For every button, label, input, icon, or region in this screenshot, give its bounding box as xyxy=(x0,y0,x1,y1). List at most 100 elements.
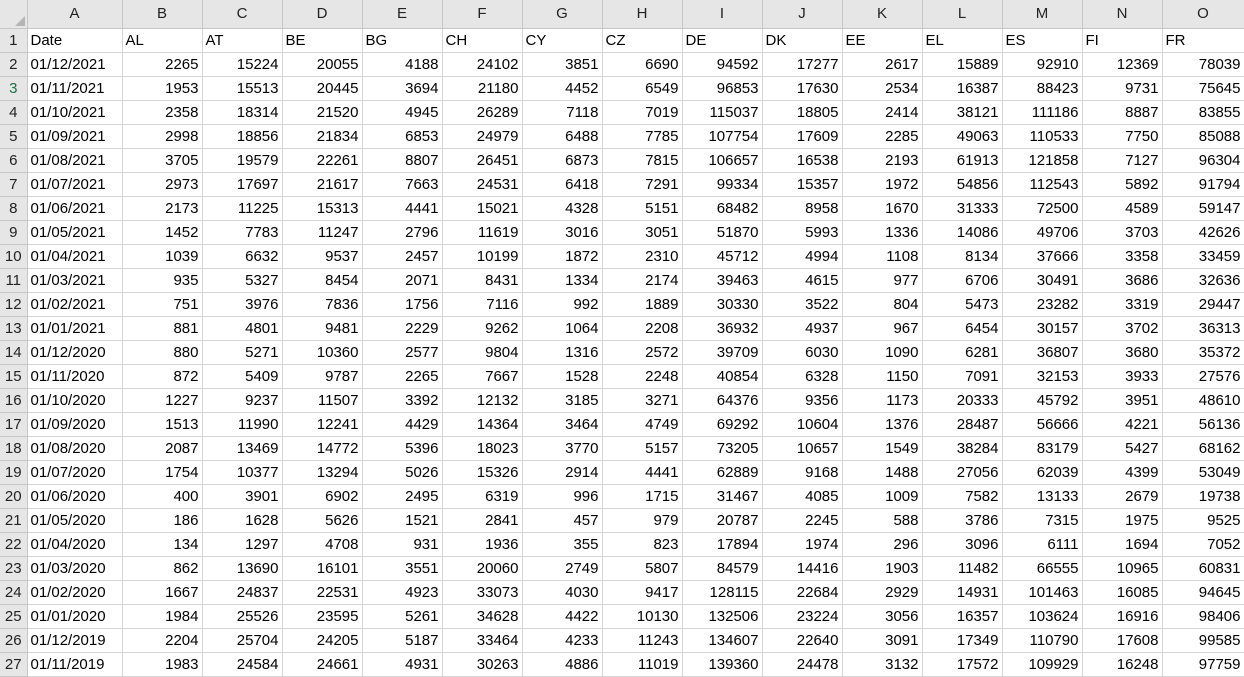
cell-d15[interactable]: 9787 xyxy=(282,364,363,389)
cell-n20[interactable]: 2679 xyxy=(1082,484,1163,509)
cell-k6[interactable]: 2193 xyxy=(842,148,923,173)
cell-a8[interactable]: 01/06/2021 xyxy=(27,196,123,221)
cell-i19[interactable]: 62889 xyxy=(682,460,763,485)
cell-g26[interactable]: 4233 xyxy=(522,628,603,653)
cell-c16[interactable]: 9237 xyxy=(202,388,283,413)
cell-f16[interactable]: 12132 xyxy=(442,388,523,413)
row-header[interactable]: 3 xyxy=(0,76,28,101)
cell-l21[interactable]: 3786 xyxy=(922,508,1003,533)
cell-l25[interactable]: 16357 xyxy=(922,604,1003,629)
cell-h20[interactable]: 1715 xyxy=(602,484,683,509)
row-header[interactable]: 27 xyxy=(0,652,28,677)
cell-l15[interactable]: 7091 xyxy=(922,364,1003,389)
cell-l4[interactable]: 38121 xyxy=(922,100,1003,125)
cell-b7[interactable]: 2973 xyxy=(122,172,203,197)
cell-b14[interactable]: 880 xyxy=(122,340,203,365)
column-header-o[interactable]: O xyxy=(1162,0,1244,29)
cell-n14[interactable]: 3680 xyxy=(1082,340,1163,365)
cell-k20[interactable]: 1009 xyxy=(842,484,923,509)
cell-c21[interactable]: 1628 xyxy=(202,508,283,533)
cell-a3[interactable]: 01/11/2021 xyxy=(27,76,123,101)
cell-m18[interactable]: 83179 xyxy=(1002,436,1083,461)
cell-h9[interactable]: 3051 xyxy=(602,220,683,245)
cell-j3[interactable]: 17630 xyxy=(762,76,843,101)
row-header[interactable]: 20 xyxy=(0,484,28,509)
cell-n18[interactable]: 5427 xyxy=(1082,436,1163,461)
cell-k9[interactable]: 1336 xyxy=(842,220,923,245)
cell-n16[interactable]: 3951 xyxy=(1082,388,1163,413)
cell-k22[interactable]: 296 xyxy=(842,532,923,557)
cell-j9[interactable]: 5993 xyxy=(762,220,843,245)
cell-o4[interactable]: 83855 xyxy=(1162,100,1244,125)
cell-g23[interactable]: 2749 xyxy=(522,556,603,581)
cell-f17[interactable]: 14364 xyxy=(442,412,523,437)
cell-f6[interactable]: 26451 xyxy=(442,148,523,173)
cell-b26[interactable]: 2204 xyxy=(122,628,203,653)
cell-g1[interactable]: CY xyxy=(522,28,603,53)
cell-g16[interactable]: 3185 xyxy=(522,388,603,413)
cell-g24[interactable]: 4030 xyxy=(522,580,603,605)
cell-e5[interactable]: 6853 xyxy=(362,124,443,149)
cell-l17[interactable]: 28487 xyxy=(922,412,1003,437)
cell-m9[interactable]: 49706 xyxy=(1002,220,1083,245)
row-header[interactable]: 2 xyxy=(0,52,28,77)
cell-b25[interactable]: 1984 xyxy=(122,604,203,629)
cell-h2[interactable]: 6690 xyxy=(602,52,683,77)
cell-a9[interactable]: 01/05/2021 xyxy=(27,220,123,245)
cell-i2[interactable]: 94592 xyxy=(682,52,763,77)
cell-m25[interactable]: 103624 xyxy=(1002,604,1083,629)
cell-k8[interactable]: 1670 xyxy=(842,196,923,221)
cell-c23[interactable]: 13690 xyxy=(202,556,283,581)
cell-e9[interactable]: 2796 xyxy=(362,220,443,245)
cell-j21[interactable]: 2245 xyxy=(762,508,843,533)
cell-n23[interactable]: 10965 xyxy=(1082,556,1163,581)
cell-o6[interactable]: 96304 xyxy=(1162,148,1244,173)
cell-m10[interactable]: 37666 xyxy=(1002,244,1083,269)
row-header[interactable]: 25 xyxy=(0,604,28,629)
cell-g7[interactable]: 6418 xyxy=(522,172,603,197)
cell-c6[interactable]: 19579 xyxy=(202,148,283,173)
cell-g15[interactable]: 1528 xyxy=(522,364,603,389)
cell-h25[interactable]: 10130 xyxy=(602,604,683,629)
cell-d10[interactable]: 9537 xyxy=(282,244,363,269)
cell-o12[interactable]: 29447 xyxy=(1162,292,1244,317)
cell-n4[interactable]: 8887 xyxy=(1082,100,1163,125)
cell-e4[interactable]: 4945 xyxy=(362,100,443,125)
cell-j5[interactable]: 17609 xyxy=(762,124,843,149)
cell-h3[interactable]: 6549 xyxy=(602,76,683,101)
cell-l26[interactable]: 17349 xyxy=(922,628,1003,653)
cell-j19[interactable]: 9168 xyxy=(762,460,843,485)
cell-a17[interactable]: 01/09/2020 xyxy=(27,412,123,437)
cell-f14[interactable]: 9804 xyxy=(442,340,523,365)
cell-i7[interactable]: 99334 xyxy=(682,172,763,197)
cell-n5[interactable]: 7750 xyxy=(1082,124,1163,149)
row-header[interactable]: 15 xyxy=(0,364,28,389)
cell-c22[interactable]: 1297 xyxy=(202,532,283,557)
cell-k23[interactable]: 1903 xyxy=(842,556,923,581)
cell-o23[interactable]: 60831 xyxy=(1162,556,1244,581)
cell-a23[interactable]: 01/03/2020 xyxy=(27,556,123,581)
cell-d14[interactable]: 10360 xyxy=(282,340,363,365)
cell-f22[interactable]: 1936 xyxy=(442,532,523,557)
cell-b6[interactable]: 3705 xyxy=(122,148,203,173)
cell-o17[interactable]: 56136 xyxy=(1162,412,1244,437)
cell-d24[interactable]: 22531 xyxy=(282,580,363,605)
cell-h23[interactable]: 5807 xyxy=(602,556,683,581)
cell-d1[interactable]: BE xyxy=(282,28,363,53)
cell-l6[interactable]: 61913 xyxy=(922,148,1003,173)
cell-i10[interactable]: 45712 xyxy=(682,244,763,269)
column-header-k[interactable]: K xyxy=(842,0,923,29)
cell-k24[interactable]: 2929 xyxy=(842,580,923,605)
cell-f3[interactable]: 21180 xyxy=(442,76,523,101)
column-header-d[interactable]: D xyxy=(282,0,363,29)
cell-n6[interactable]: 7127 xyxy=(1082,148,1163,173)
cell-h17[interactable]: 4749 xyxy=(602,412,683,437)
cell-f19[interactable]: 15326 xyxy=(442,460,523,485)
cell-a26[interactable]: 01/12/2019 xyxy=(27,628,123,653)
cell-h12[interactable]: 1889 xyxy=(602,292,683,317)
cell-f15[interactable]: 7667 xyxy=(442,364,523,389)
cell-c5[interactable]: 18856 xyxy=(202,124,283,149)
cell-f13[interactable]: 9262 xyxy=(442,316,523,341)
cell-n2[interactable]: 12369 xyxy=(1082,52,1163,77)
cell-n25[interactable]: 16916 xyxy=(1082,604,1163,629)
